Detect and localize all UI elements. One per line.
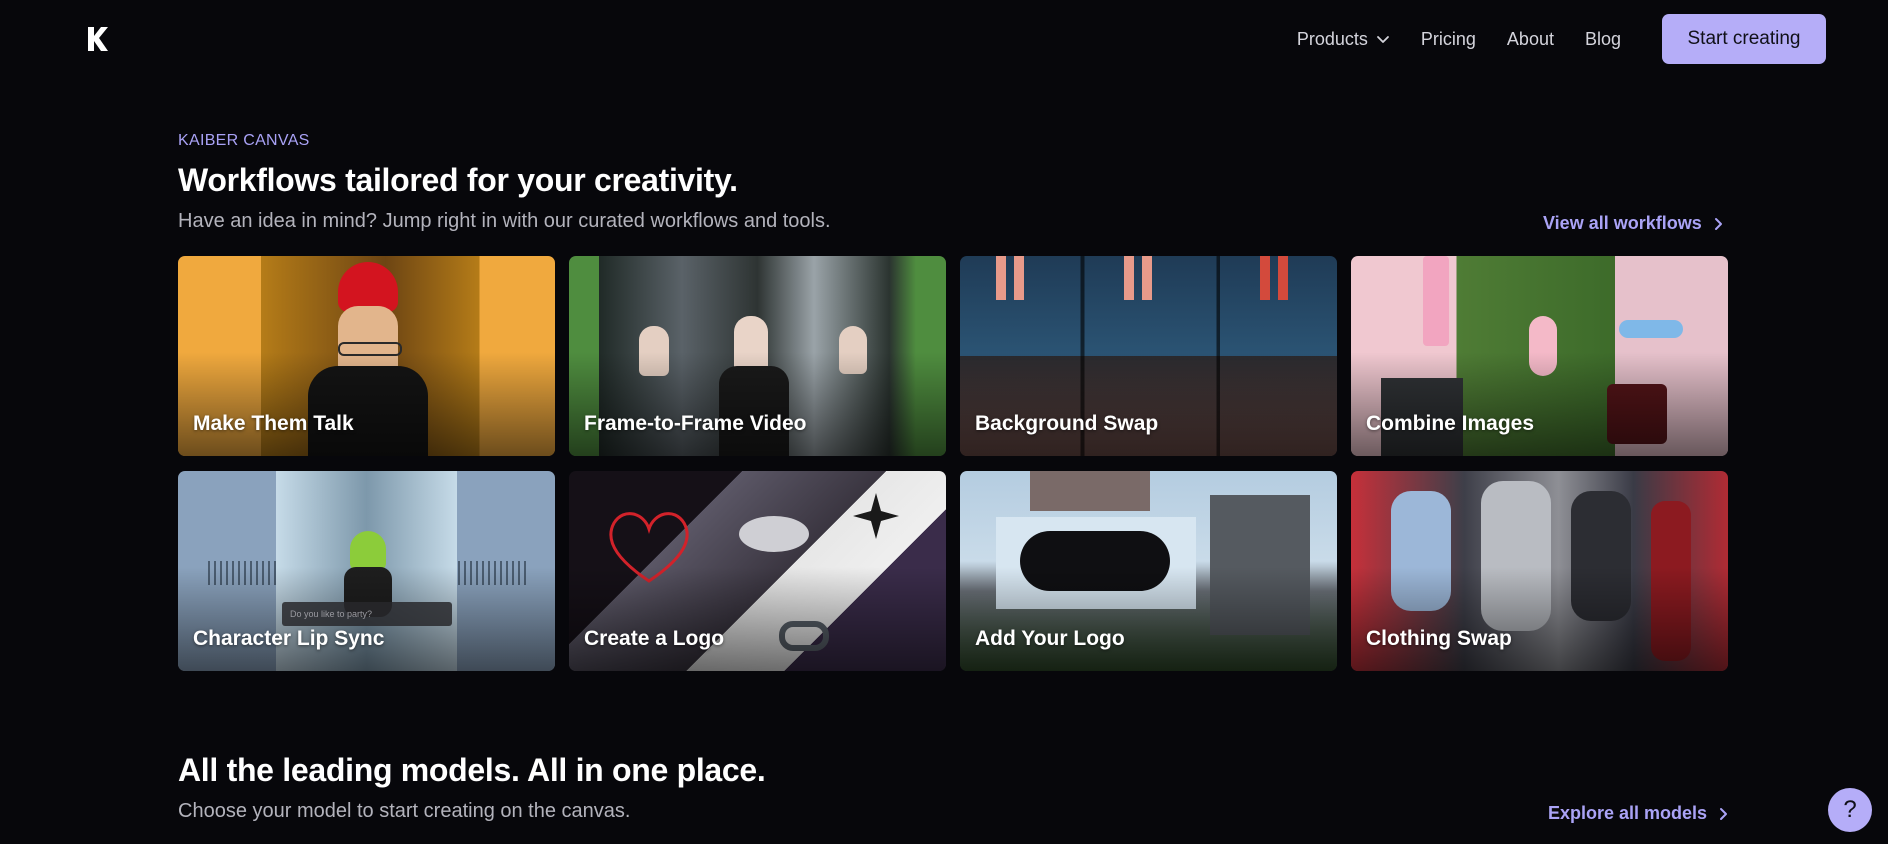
star-logo-art <box>853 493 899 539</box>
workflows-title: Workflows tailored for your creativity. <box>178 162 738 198</box>
card-label: Add Your Logo <box>975 627 1125 650</box>
explore-all-models-label: Explore all models <box>1548 803 1708 823</box>
workflow-card-make-them-talk[interactable]: Make Them Talk <box>178 256 555 456</box>
chevron-right-icon <box>1720 807 1728 820</box>
card-shade <box>569 352 946 456</box>
nav-products-label: Products <box>1296 28 1368 49</box>
workflow-grid: Make Them Talk Frame-to-Frame Video Back… <box>178 256 1730 671</box>
card-shade <box>960 352 1337 456</box>
nav-products[interactable]: Products <box>1297 29 1390 50</box>
prompt-overlay-text: Do you like to party? <box>290 609 373 619</box>
models-subtitle: Choose your model to start creating on t… <box>178 800 631 822</box>
models-title: All the leading models. All in one place… <box>178 752 766 788</box>
workflow-card-add-your-logo[interactable]: Add Your Logo <box>960 471 1337 671</box>
top-nav: Products Pricing About Blog Start creati… <box>1297 14 1826 64</box>
section-eyebrow: KAIBER CANVAS <box>178 132 310 149</box>
view-all-workflows-link[interactable]: View all workflows <box>1543 213 1724 234</box>
card-shade <box>1351 352 1728 456</box>
card-label: Combine Images <box>1366 412 1535 435</box>
nav-about[interactable]: About <box>1507 29 1554 50</box>
workflow-card-clothing-swap[interactable]: Clothing Swap <box>1351 471 1728 671</box>
card-label: Character Lip Sync <box>193 627 385 650</box>
kaiber-logo[interactable] <box>86 26 110 52</box>
workflow-card-combine-images[interactable]: Combine Images <box>1351 256 1728 456</box>
workflow-card-frame-to-frame-video[interactable]: Frame-to-Frame Video <box>569 256 946 456</box>
nav-blog-label: Blog <box>1584 28 1621 49</box>
prompt-overlay: Do you like to party? <box>282 602 452 626</box>
workflow-card-character-lip-sync[interactable]: Do you like to party? Character Lip Sync <box>178 471 555 671</box>
help-button[interactable]: ? <box>1828 788 1872 832</box>
nav-about-label: About <box>1506 28 1554 49</box>
chevron-right-icon <box>1714 217 1722 230</box>
card-label: Frame-to-Frame Video <box>584 412 807 435</box>
card-label: Make Them Talk <box>193 412 354 435</box>
card-shade <box>960 567 1337 671</box>
chevron-down-icon <box>1376 36 1389 43</box>
nav-blog[interactable]: Blog <box>1585 29 1621 50</box>
page: Products Pricing About Blog Start creati… <box>0 0 1888 844</box>
card-label: Background Swap <box>975 412 1159 435</box>
card-shade <box>569 567 946 671</box>
view-all-workflows-label: View all workflows <box>1543 213 1702 233</box>
nav-pricing[interactable]: Pricing <box>1421 29 1476 50</box>
workflow-card-create-a-logo[interactable]: Create a Logo <box>569 471 946 671</box>
card-shade <box>178 352 555 456</box>
explore-all-models-link[interactable]: Explore all models <box>1548 803 1729 824</box>
start-creating-button[interactable]: Start creating <box>1662 14 1826 64</box>
card-label: Create a Logo <box>584 627 725 650</box>
card-label: Clothing Swap <box>1366 627 1512 650</box>
workflows-subtitle: Have an idea in mind? Jump right in with… <box>178 210 831 232</box>
card-shade <box>1351 567 1728 671</box>
workflow-card-background-swap[interactable]: Background Swap <box>960 256 1337 456</box>
nav-pricing-label: Pricing <box>1420 28 1476 49</box>
